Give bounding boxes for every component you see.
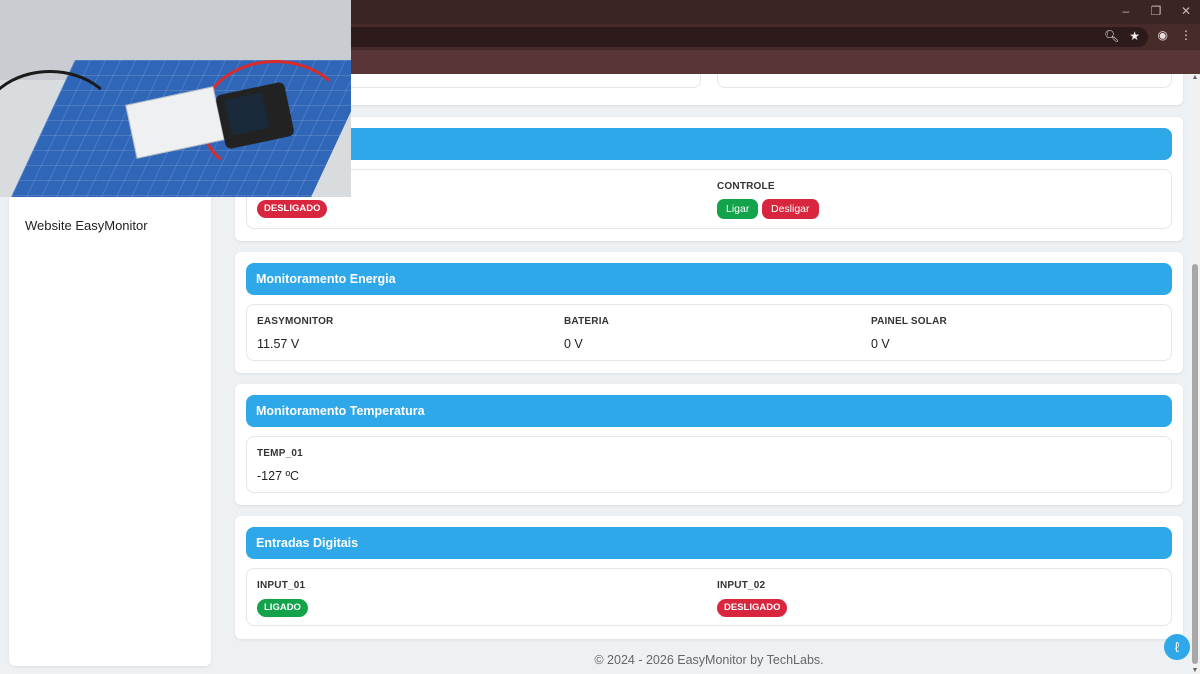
chat-icon[interactable]: ℓ — [1164, 634, 1190, 660]
card-controle: DESLIGADO CONTROLE Ligar Desligar — [235, 117, 1183, 241]
webcam-overlay — [0, 0, 351, 197]
card-body-right — [717, 74, 1172, 88]
sidebar-item-website[interactable]: Website EasyMonitor — [25, 218, 148, 233]
card-body-energia: EASYMONITOR 11.57 V BATERIA 0 V PAINEL S… — [246, 304, 1172, 361]
card-temperatura: Monitoramento Temperatura TEMP_01 -127 º… — [235, 384, 1183, 505]
control-label: CONTROLE — [717, 181, 775, 192]
status-badge: DESLIGADO — [257, 200, 328, 218]
address-bar[interactable]: 🔍︎ ★ — [330, 27, 1148, 47]
card-header-energia: Monitoramento Energia — [246, 263, 1172, 295]
menu-kebab-icon[interactable]: ⋮ — [1180, 28, 1192, 42]
field-value-painel-solar: 0 V — [871, 337, 890, 351]
zoom-icon[interactable]: 🔍︎ — [1104, 29, 1119, 43]
status-badge-input01: LIGADO — [257, 599, 308, 617]
field-label-painel-solar: PAINEL SOLAR — [871, 316, 947, 327]
card-header-entradas: Entradas Digitais — [246, 527, 1172, 559]
scrollbar-thumb[interactable] — [1192, 264, 1198, 664]
card-body-temperatura: TEMP_01 -127 ºC — [246, 436, 1172, 493]
card-energia: Monitoramento Energia EASYMONITOR 11.57 … — [235, 252, 1183, 373]
bookmark-star-icon[interactable]: ★ — [1129, 29, 1140, 43]
card-entradas: Entradas Digitais INPUT_01 LIGADO INPUT_… — [235, 516, 1183, 639]
page-scrollbar[interactable]: ▲ ▼ — [1190, 74, 1200, 674]
card-body-controle: DESLIGADO CONTROLE Ligar Desligar — [246, 169, 1172, 229]
card-body-entradas: INPUT_01 LIGADO INPUT_02 DESLIGADO — [246, 568, 1172, 626]
card-header-temperatura: Monitoramento Temperatura — [246, 395, 1172, 427]
webcam-device-screen — [224, 92, 270, 136]
card-top-partial — [235, 74, 1183, 105]
field-label-input01: INPUT_01 — [257, 580, 306, 591]
window-controls: – ❐ ✕ — [1120, 4, 1192, 18]
card-header-controle — [246, 128, 1172, 160]
field-label-bateria: BATERIA — [564, 316, 610, 327]
restore-icon[interactable]: ❐ — [1150, 4, 1162, 18]
field-value-easymonitor: 11.57 V — [257, 337, 300, 351]
close-icon[interactable]: ✕ — [1180, 4, 1192, 18]
footer-copyright: © 2024 - 2026 EasyMonitor by TechLabs. — [594, 653, 824, 667]
status-badge-input02: DESLIGADO — [717, 599, 788, 617]
profile-icon[interactable]: ◉ — [1158, 28, 1168, 42]
field-value-temp01: -127 ºC — [257, 469, 300, 483]
ligar-button[interactable]: Ligar — [717, 199, 759, 219]
field-value-bateria: 0 V — [564, 337, 583, 351]
field-label-easymonitor: EASYMONITOR — [257, 316, 334, 327]
scroll-down-arrow-icon[interactable]: ▼ — [1191, 667, 1199, 674]
field-label-input02: INPUT_02 — [717, 580, 766, 591]
minimize-icon[interactable]: – — [1120, 4, 1132, 18]
field-label-temp01: TEMP_01 — [257, 448, 303, 459]
scroll-up-arrow-icon[interactable]: ▲ — [1191, 74, 1199, 81]
desligar-button[interactable]: Desligar — [762, 199, 819, 219]
